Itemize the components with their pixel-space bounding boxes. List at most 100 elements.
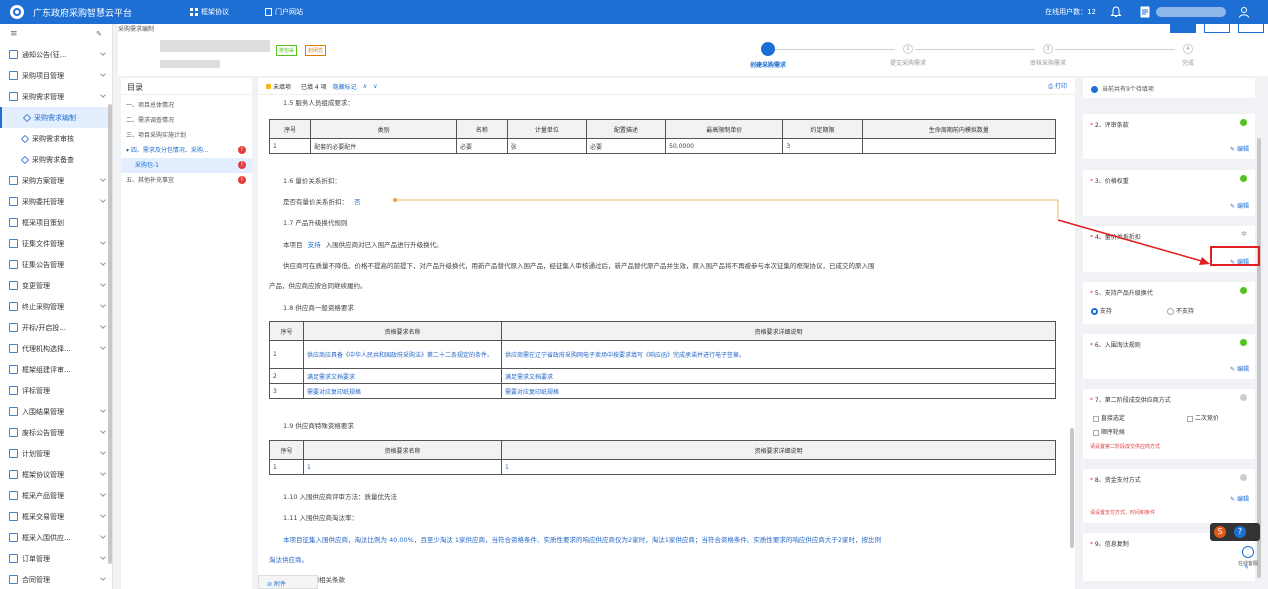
radio-not-support[interactable]: 不支持 — [1167, 306, 1194, 315]
payment-hint: 请设置支付方式、时间和条件 — [1090, 510, 1156, 516]
todo-card-price-weight: * 3、价格权重 ✎ 编辑 — [1083, 170, 1255, 216]
edit-button[interactable]: ✎ 编辑 — [1230, 364, 1249, 373]
sidebar-item-label: 采购委托管理 — [22, 197, 64, 206]
column-header: 资格要求详细说明 — [501, 440, 1056, 460]
sidebar-item[interactable]: 采购委托管理 — [0, 191, 112, 212]
todo-header: 当前共有9个待填项 — [1083, 78, 1255, 98]
menu-icon — [9, 71, 18, 80]
sidebar-item[interactable]: 终止采购管理 — [0, 296, 112, 317]
directory-item[interactable]: 三、项目采购实施计划 — [121, 128, 252, 143]
sidebar-item[interactable]: 采购方案管理 — [0, 170, 112, 191]
sidebar-item[interactable]: 框采产品管理 — [0, 485, 112, 506]
hide-marks-button[interactable]: 隐藏标记 — [333, 82, 357, 91]
floating-toolbar[interactable]: S ? — [1210, 523, 1260, 541]
sidebar-item[interactable]: 合同管理 — [0, 569, 112, 589]
submit-button[interactable] — [1170, 24, 1196, 33]
edit-button[interactable]: ✎ 编辑 — [1230, 494, 1249, 503]
back-button[interactable] — [1238, 24, 1264, 33]
sidebar-item[interactable]: 代理机构选择... — [0, 338, 112, 359]
unfilled-marker-icon — [266, 83, 271, 89]
table-cell: 3 — [782, 138, 863, 154]
status-done-icon — [1240, 287, 1247, 294]
column-header: 类别 — [310, 119, 457, 139]
chevron-down-icon — [100, 323, 106, 329]
column-header: 名称 — [455, 119, 508, 139]
user-name[interactable] — [1156, 7, 1226, 17]
sidebar-item-label: 征集文件管理 — [22, 239, 64, 248]
bell-icon[interactable] — [1110, 6, 1122, 18]
s-logo-icon: S — [1214, 526, 1226, 538]
sidebar-item[interactable]: 采购需求审核 — [0, 128, 112, 149]
sidebar-item[interactable]: 采购需求备查 — [0, 149, 112, 170]
table-special-qualification: 序号 资格要求名称 资格要求详细说明 111 — [269, 440, 1056, 475]
section-1-6: 1.6 量价关系折扣： — [283, 177, 341, 185]
nav-portal[interactable]: 门户网站 — [265, 7, 303, 17]
sidebar-item-label: 采购需求编制 — [34, 113, 76, 122]
sidebar-scrollbar[interactable] — [108, 104, 112, 564]
panel-scrollbar[interactable] — [1257, 138, 1261, 578]
menu-icon — [9, 239, 18, 248]
sidebar-item-label: 采购项目管理 — [22, 71, 64, 80]
directory-item[interactable]: ▾ 四、需求及分包情况、采购...! — [121, 143, 252, 158]
directory-item[interactable]: 一、项目总体情况 — [121, 98, 252, 113]
menu-toggle-icon[interactable]: ≡ — [10, 29, 18, 39]
chevron-down-icon — [100, 92, 106, 98]
sidebar-item[interactable]: 框架组建评审... — [0, 359, 112, 380]
save-button[interactable] — [1204, 24, 1230, 33]
sidebar-item[interactable]: 入围结果管理 — [0, 401, 112, 422]
radio-support[interactable]: 支持 — [1091, 306, 1112, 315]
table-general-qualification: 序号 资格要求名称 资格要求详细说明 1 供应商应具备《中华人民共和国政府采购法》第二… — [269, 321, 1056, 399]
sidebar-item[interactable]: 评标管理 — [0, 380, 112, 401]
sidebar-item[interactable]: 征集文件管理 — [0, 233, 112, 254]
table-cell: 1 — [268, 138, 312, 154]
chevron-down-icon — [100, 407, 106, 413]
column-header: 生命周期前内模拟数量 — [861, 119, 1057, 139]
check-rotation[interactable]: 顺序轮候 — [1093, 427, 1125, 436]
print-button[interactable]: ⎙ 打印 — [1048, 81, 1067, 91]
nav-framework[interactable]: 框架协议 — [190, 7, 229, 17]
edit-button[interactable]: ✎ 编辑 — [1230, 144, 1249, 153]
project-code — [160, 60, 220, 68]
directory-item[interactable]: 二、需求调查情况 — [121, 113, 252, 128]
table-cell: 张 — [506, 138, 587, 154]
sidebar-item[interactable]: 征集公告管理 — [0, 254, 112, 275]
menu-icon — [9, 197, 18, 206]
sidebar-item-label: 开标/开启投... — [22, 323, 67, 332]
sidebar-item[interactable]: 采购需求编制 — [0, 107, 112, 128]
sidebar-item[interactable]: 框架协议管理 — [0, 464, 112, 485]
unfilled-label: 未填项 — [273, 83, 292, 91]
table-cell: 1 — [501, 459, 1056, 475]
sidebar-item[interactable]: 框采交易管理 — [0, 506, 112, 527]
sidebar-item[interactable]: 通知公告(征... — [0, 44, 112, 65]
todo-panel: 当前共有9个待填项 * 2、评审条款 ✎ 编辑 * 3、价格权重 ✎ 编辑 * … — [1079, 78, 1268, 589]
check-rebid[interactable]: 二次竞价 — [1187, 413, 1219, 422]
sidebar-item[interactable]: 采购需求管理 — [0, 86, 112, 107]
sidebar-item[interactable]: 订单管理 — [0, 548, 112, 569]
chevron-down-icon — [100, 344, 106, 350]
sidebar-item[interactable]: 框采项目策划 — [0, 212, 112, 233]
sidebar-item[interactable]: 变更管理 — [0, 275, 112, 296]
edit-button[interactable]: ✎ 编辑 — [1230, 201, 1249, 210]
check-direct[interactable]: 直接选定 — [1093, 413, 1125, 422]
online-service[interactable]: 在线客服 — [1231, 546, 1265, 567]
document-icon[interactable] — [1140, 6, 1150, 18]
sidebar-item[interactable]: 采购项目管理 — [0, 65, 112, 86]
attachment-tab[interactable]: ⊘ 附件 — [258, 575, 318, 589]
pin-icon[interactable]: ✎ — [96, 30, 102, 38]
chevron-down-icon[interactable]: ∨ — [373, 83, 377, 90]
sidebar-item[interactable]: 开标/开启投... — [0, 317, 112, 338]
menu-icon — [9, 50, 18, 59]
sidebar-item[interactable]: 废标公告管理 — [0, 422, 112, 443]
chevron-up-icon[interactable]: ∧ — [363, 83, 367, 90]
sidebar-item[interactable]: 框采入围供应... — [0, 527, 112, 548]
directory-item[interactable]: 五、其他补充事宜! — [121, 173, 252, 188]
sidebar-item[interactable]: 计划管理 — [0, 443, 112, 464]
sidebar-toolbar: ≡ ✎ — [0, 24, 112, 44]
table-row: 2 满足需求文档要求 满足需求文档要求 — [269, 368, 1056, 384]
content-scrollbar[interactable] — [1070, 428, 1074, 548]
card-label: * 6、入围淘汰规则 — [1090, 342, 1141, 349]
chevron-down-icon — [100, 260, 106, 266]
user-icon[interactable] — [1238, 6, 1250, 18]
column-header: 最高限制单价 — [665, 119, 784, 139]
directory-item[interactable]: 采购包-1! — [121, 158, 252, 173]
